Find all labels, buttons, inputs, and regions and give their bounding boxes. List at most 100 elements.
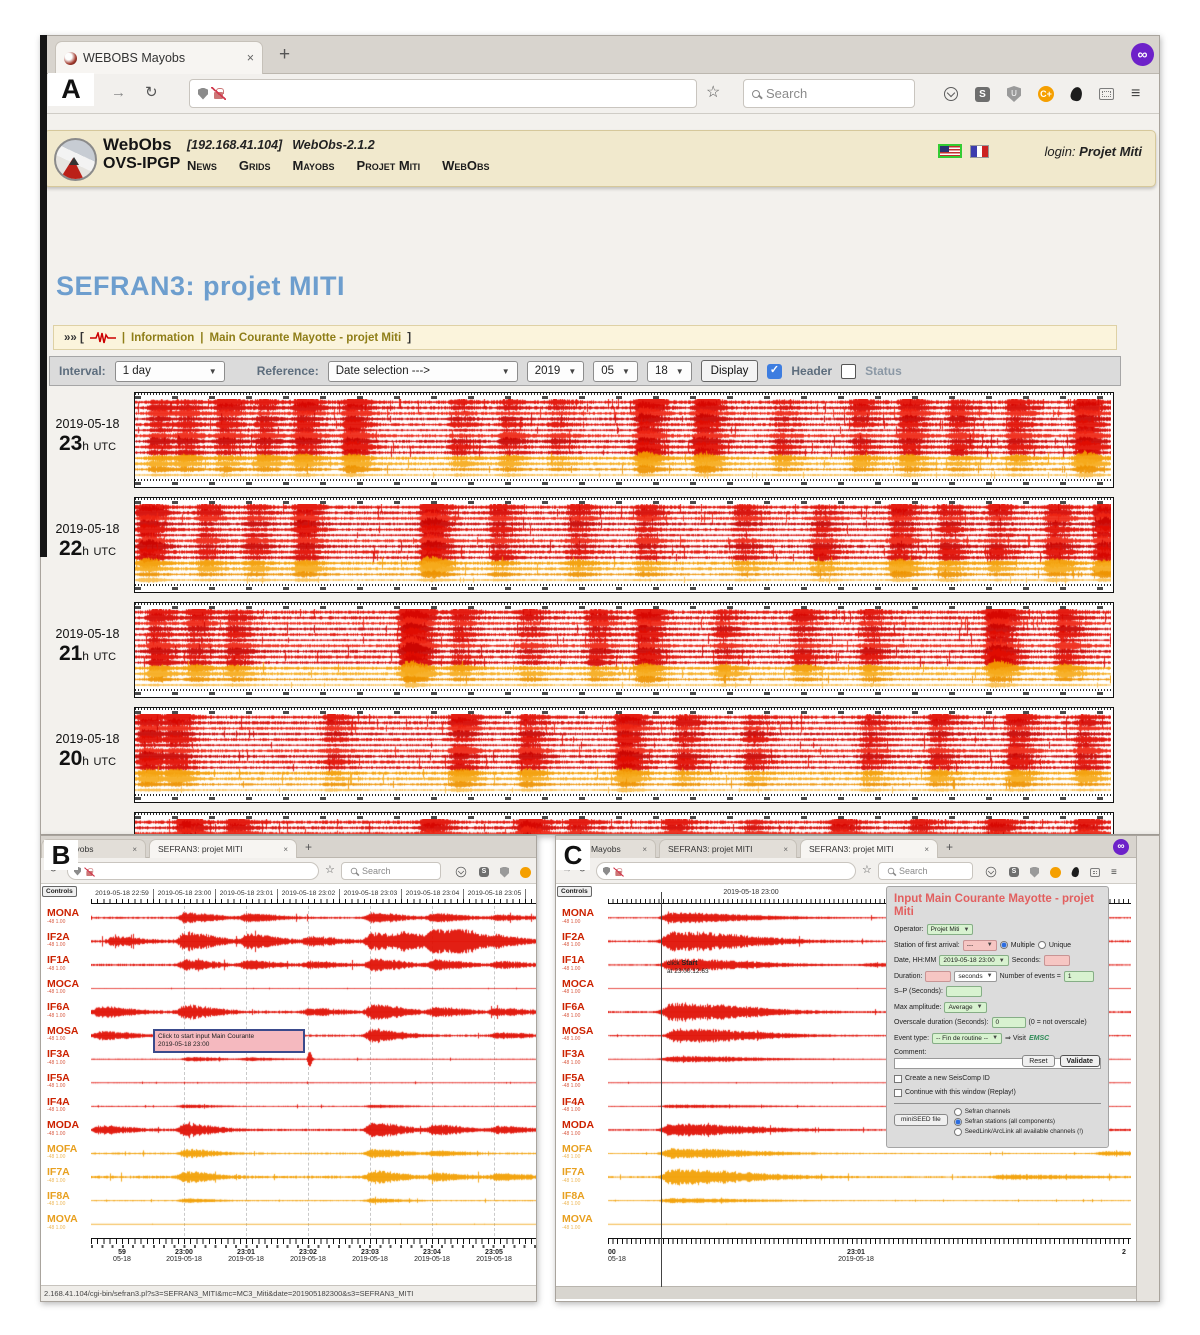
extension-s-icon[interactable]: S (975, 87, 990, 102)
tracking-shield-icon[interactable] (198, 88, 208, 100)
station-code[interactable]: MOSA (562, 1026, 606, 1037)
station-code[interactable]: IF4A (47, 1097, 91, 1108)
station-code[interactable]: IF5A (47, 1073, 91, 1084)
controls-button[interactable]: Controls (42, 886, 77, 897)
seedlink-radio[interactable] (954, 1128, 962, 1136)
replay-checkbox[interactable] (894, 1089, 902, 1097)
overscale-input[interactable]: 0 (992, 1017, 1026, 1028)
main-courante-link[interactable]: Main Courante Mayotte - projet Miti (210, 332, 402, 344)
seismogram-canvas[interactable] (135, 714, 1111, 794)
station-code[interactable]: IF8A (47, 1191, 91, 1202)
menu-item[interactable]: Grids (239, 158, 271, 173)
search-box[interactable]: Search (743, 79, 915, 108)
year-select[interactable]: 2019▼ (527, 361, 585, 382)
seismogram-strip[interactable] (134, 392, 1114, 488)
month-select[interactable]: 05▼ (593, 361, 638, 382)
station-code[interactable]: MODA (47, 1120, 91, 1131)
container-extension-icon[interactable]: ∞ (1113, 839, 1129, 855)
extension-s-icon[interactable]: S (1009, 867, 1019, 877)
duration-unit-select[interactable]: seconds▼ (954, 971, 996, 982)
station-code[interactable]: MODA (562, 1120, 606, 1131)
insecure-lock-icon[interactable] (214, 92, 223, 99)
traces-canvas[interactable] (91, 906, 537, 1236)
tab-close-icon[interactable]: × (783, 845, 788, 854)
reload-icon[interactable]: ↻ (145, 83, 158, 101)
sp-input[interactable] (946, 986, 982, 997)
pocket-icon[interactable] (456, 867, 467, 878)
hamburger-menu-icon[interactable]: ≡ (1111, 867, 1117, 878)
event-type-select[interactable]: -- Fin de routine --▼ (932, 1033, 1002, 1044)
first-arrival-select[interactable]: ---▼ (963, 940, 997, 951)
unique-radio[interactable] (1038, 941, 1046, 949)
start-input-tooltip[interactable]: Click to start input Main Courante 2019-… (153, 1029, 305, 1053)
seiscomp-checkbox[interactable] (894, 1075, 902, 1083)
seismogram-strip[interactable] (134, 707, 1114, 803)
tab-close-icon[interactable]: × (132, 845, 137, 854)
gnome-foot-icon[interactable] (1069, 86, 1083, 102)
reference-select[interactable]: Date selection --->▼ (328, 361, 518, 382)
bookmark-star-icon[interactable]: ☆ (862, 863, 872, 876)
station-code[interactable]: IF1A (47, 955, 91, 966)
station-code[interactable]: IF4A (562, 1097, 606, 1108)
gnome-foot-icon[interactable] (1071, 866, 1080, 877)
emsc-link[interactable]: EMSC (1029, 1035, 1049, 1042)
day-select[interactable]: 18▼ (647, 361, 692, 382)
station-code[interactable]: MOVA (562, 1214, 606, 1225)
clearurls-icon[interactable]: C+ (1038, 86, 1054, 102)
forward-icon[interactable]: → (111, 84, 126, 101)
extension-s-icon[interactable]: S (479, 867, 489, 877)
multiple-radio[interactable] (1000, 941, 1008, 949)
insecure-lock-icon[interactable] (615, 871, 621, 876)
clearurls-icon[interactable] (520, 867, 531, 878)
screenshot-icon[interactable] (1090, 868, 1100, 877)
tracking-shield-icon[interactable] (603, 867, 610, 876)
menu-item[interactable]: Projet Miti (357, 158, 421, 173)
seismogram-canvas[interactable] (135, 399, 1111, 479)
sefran-channels-radio[interactable] (954, 1108, 962, 1116)
tab-sefran3-1[interactable]: SEFRAN3: projet MITI × (659, 839, 797, 858)
station-code[interactable]: MOCA (47, 979, 91, 990)
bookmark-star-icon[interactable]: ☆ (325, 863, 335, 876)
address-bar[interactable] (596, 862, 856, 880)
seconds-input[interactable] (1044, 955, 1070, 966)
station-code[interactable]: IF8A (562, 1191, 606, 1202)
station-code[interactable]: IF6A (47, 1002, 91, 1013)
station-code[interactable]: IF2A (562, 932, 606, 943)
seismogram-canvas[interactable] (135, 504, 1111, 584)
station-code[interactable]: MOSA (47, 1026, 91, 1037)
menu-item[interactable]: News (187, 158, 217, 173)
tab-close-icon[interactable]: × (283, 845, 288, 854)
station-code[interactable]: MOCA (562, 979, 606, 990)
tab-close-icon[interactable]: × (924, 845, 929, 854)
duration-input[interactable] (925, 971, 951, 982)
insecure-lock-icon[interactable] (86, 871, 92, 876)
new-tab-button[interactable]: + (305, 840, 312, 854)
station-code[interactable]: MOFA (47, 1144, 91, 1155)
new-tab-button[interactable]: + (946, 840, 953, 854)
date-select[interactable]: 2019-05-18 23:00▼ (939, 955, 1008, 966)
seismogram-icon[interactable] (90, 332, 116, 344)
clearurls-icon[interactable] (1050, 867, 1061, 878)
ublock-icon[interactable] (1030, 867, 1039, 878)
search-box[interactable]: Search (878, 862, 973, 880)
flag-fr-icon[interactable] (970, 145, 989, 158)
station-code[interactable]: MONA (47, 908, 91, 919)
screenshot-icon[interactable] (1099, 88, 1114, 100)
seismogram-strip[interactable] (134, 812, 1114, 835)
tab-sefran3[interactable]: SEFRAN3: projet MITI × (149, 839, 297, 858)
hamburger-menu-icon[interactable]: ≡ (1131, 85, 1140, 103)
menu-item[interactable]: WebObs (442, 158, 489, 173)
display-button[interactable]: Display (701, 360, 759, 382)
tab-close-icon[interactable]: × (642, 845, 647, 854)
seismogram-canvas[interactable] (135, 819, 1111, 835)
miniseed-button[interactable]: miniSEED file (894, 1114, 948, 1126)
seismogram-strip[interactable] (134, 497, 1114, 593)
interval-select[interactable]: 1 day▼ (115, 361, 225, 382)
station-code[interactable]: IF2A (47, 932, 91, 943)
station-code[interactable]: IF3A (47, 1049, 91, 1060)
pocket-icon[interactable] (944, 87, 958, 101)
seismogram-strip[interactable] (134, 602, 1114, 698)
station-code[interactable]: IF6A (562, 1002, 606, 1013)
controls-button[interactable]: Controls (557, 886, 592, 897)
container-extension-icon[interactable]: ∞ (1131, 43, 1154, 66)
